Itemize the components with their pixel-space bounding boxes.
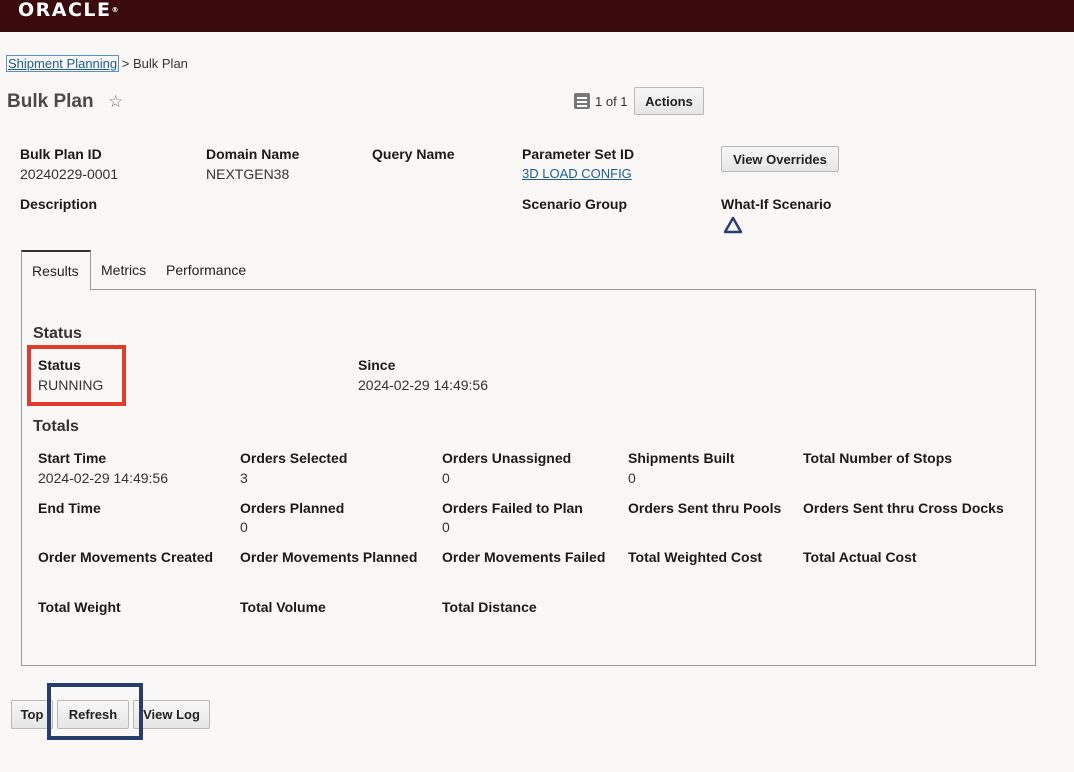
actions-button[interactable]: Actions — [634, 87, 704, 115]
orders-selected-value: 3 — [240, 470, 248, 486]
status-section-title: Status — [33, 325, 82, 342]
orders-planned-label: Orders Planned — [240, 500, 345, 516]
bulk-plan-id-label: Bulk Plan ID — [20, 146, 102, 162]
breadcrumb-separator: > — [121, 56, 130, 71]
orders-cross-docks-label: Orders Sent thru Cross Docks — [803, 500, 1004, 516]
parameter-set-label: Parameter Set ID — [522, 146, 635, 162]
since-label: Since — [358, 357, 396, 373]
bulk-plan-id-value: 20240229-0001 — [20, 166, 119, 182]
page-title: Bulk Plan — [7, 91, 94, 112]
start-time-value: 2024-02-29 14:49:56 — [38, 470, 168, 486]
description-label: Description — [20, 196, 98, 212]
scenario-group-label: Scenario Group — [522, 196, 628, 212]
om-planned-label: Order Movements Planned — [240, 549, 418, 565]
total-distance-label: Total Distance — [442, 599, 537, 615]
domain-name-value: NEXTGEN38 — [206, 166, 290, 182]
tab-metrics[interactable]: Metrics — [91, 250, 156, 290]
total-volume-label: Total Volume — [240, 599, 326, 615]
orders-failed-value: 0 — [442, 519, 450, 535]
totals-section-title: Totals — [33, 418, 79, 435]
om-failed-label: Order Movements Failed — [442, 549, 606, 565]
status-highlight-box — [27, 345, 126, 406]
breadcrumb-current: Bulk Plan — [132, 56, 188, 71]
total-weight-label: Total Weight — [38, 599, 121, 615]
shipments-built-label: Shipments Built — [628, 450, 735, 466]
orders-pools-label: Orders Sent thru Pools — [628, 500, 782, 516]
app-header: ORACLE® — [0, 0, 1074, 32]
query-name-label: Query Name — [372, 146, 455, 162]
tab-results[interactable]: Results — [21, 250, 91, 290]
record-pager: 1 of 1 — [574, 93, 628, 109]
total-actual-cost-label: Total Actual Cost — [803, 549, 917, 565]
domain-name-label: Domain Name — [206, 146, 300, 162]
oracle-logo[interactable]: ORACLE® — [18, 0, 119, 20]
what-if-triangle-icon — [723, 216, 743, 234]
refresh-highlight-box — [47, 683, 143, 740]
orders-unassigned-value: 0 — [442, 470, 450, 486]
orders-unassigned-label: Orders Unassigned — [442, 450, 572, 466]
view-overrides-button[interactable]: View Overrides — [721, 146, 839, 172]
orders-planned-value: 0 — [240, 519, 248, 535]
favorite-star-icon[interactable]: ☆ — [108, 92, 123, 112]
total-stops-label: Total Number of Stops — [803, 450, 953, 466]
orders-failed-label: Orders Failed to Plan — [442, 500, 583, 516]
pager-text: 1 of 1 — [595, 93, 628, 109]
list-icon[interactable] — [574, 93, 590, 109]
om-created-label: Order Movements Created — [38, 549, 214, 565]
shipments-built-value: 0 — [628, 470, 636, 486]
orders-selected-label: Orders Selected — [240, 450, 348, 466]
parameter-set-link[interactable]: 3D LOAD CONFIG — [522, 166, 632, 181]
tab-performance[interactable]: Performance — [156, 250, 256, 290]
breadcrumb-link-shipment-planning[interactable]: Shipment Planning — [5, 55, 120, 72]
breadcrumb: Shipment Planning > Bulk Plan — [5, 55, 188, 72]
total-weighted-cost-label: Total Weighted Cost — [628, 549, 763, 565]
since-value: 2024-02-29 14:49:56 — [358, 377, 488, 393]
view-log-button[interactable]: View Log — [133, 700, 210, 729]
start-time-label: Start Time — [38, 450, 107, 466]
end-time-label: End Time — [38, 500, 101, 516]
what-if-scenario-label: What-If Scenario — [721, 196, 832, 212]
